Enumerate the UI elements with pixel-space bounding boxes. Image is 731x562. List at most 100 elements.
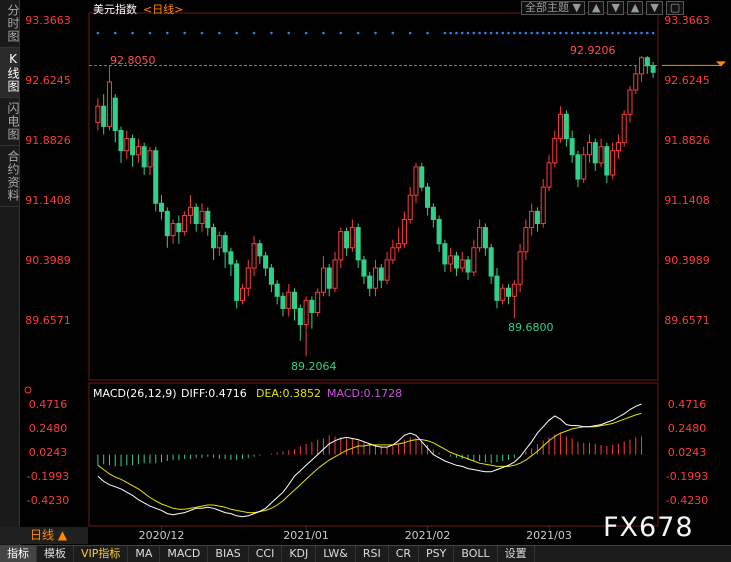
panel-button-1[interactable]: ▼ (607, 1, 624, 15)
signal-dot (374, 31, 377, 35)
candle-body (170, 223, 176, 237)
candle-body (453, 255, 459, 269)
candle-body (529, 210, 535, 229)
panel-button-3[interactable]: ▼ (646, 1, 663, 15)
candle-body (245, 267, 251, 289)
signal-dot (148, 31, 152, 35)
panel-button-4[interactable]: ▢ (665, 1, 685, 15)
candle-body (274, 283, 280, 297)
macd-tick-left: 0.0243 (29, 446, 68, 459)
candle-body (187, 206, 193, 216)
toolbar-item-10[interactable]: CR (389, 546, 420, 562)
price-tick-right: 91.1408 (664, 194, 710, 207)
candle-body (592, 142, 598, 164)
theme-select[interactable]: 全部主题 ▼ (521, 1, 585, 15)
signal-dot (501, 31, 505, 35)
signal-dot (646, 31, 649, 35)
signal-dot (524, 31, 528, 35)
macd-tick-right: 0.2480 (668, 422, 707, 435)
candle-body (297, 307, 303, 326)
macd-tick-left: 0.4716 (29, 398, 68, 411)
toolbar-item-13[interactable]: 设置 (498, 546, 535, 562)
candle-body (257, 243, 263, 257)
candle-body (558, 113, 564, 140)
signal-dot (640, 31, 643, 35)
price-tick-right: 92.6245 (664, 74, 710, 87)
signal-dot (304, 31, 308, 35)
signal-dot (252, 31, 256, 35)
candle-body (477, 227, 483, 249)
price-tick-left: 90.3989 (25, 254, 71, 267)
price-tick-right: 91.8826 (664, 134, 710, 147)
candle-body (581, 154, 587, 180)
signal-dot (339, 31, 343, 35)
candle-body (552, 138, 558, 164)
indicator-settings-icon (24, 386, 32, 394)
signal-dot (322, 31, 325, 35)
period-selector[interactable]: 日线 ▲ (0, 527, 88, 544)
signal-dot (455, 31, 458, 35)
candle-body (505, 287, 512, 297)
candle-body (349, 227, 355, 249)
toolbar-item-0[interactable]: 指标 (0, 546, 37, 562)
toolbar-item-1[interactable]: 模板 (37, 546, 74, 562)
toolbar-item-8[interactable]: LW& (316, 546, 356, 562)
candle-body (355, 227, 361, 261)
signal-dot (588, 31, 591, 35)
candle-body (361, 259, 367, 277)
signal-dot (617, 31, 620, 35)
toolbar-item-9[interactable]: RSI (356, 546, 389, 562)
signal-dot (634, 31, 638, 35)
candle-body (575, 154, 581, 180)
candle-body (639, 57, 645, 75)
signal-dot (536, 31, 539, 35)
toolbar-item-2[interactable]: VIP指标 (74, 546, 129, 562)
chart-title: 美元指数 (93, 2, 137, 16)
candle-body (413, 166, 419, 196)
panel-button-0[interactable]: ▲ (587, 1, 605, 15)
signal-dot (565, 31, 568, 35)
panel-button-2[interactable]: ▲ (626, 1, 644, 15)
candle-body (488, 247, 494, 277)
candle-body (199, 210, 205, 225)
candle-body (286, 291, 292, 309)
signal-dot (270, 31, 273, 35)
signal-dot (495, 31, 499, 35)
price-tick-right: 89.6571 (664, 314, 710, 327)
toolbar-item-6[interactable]: CCI (249, 546, 283, 562)
x-axis-label: 2021/02 (405, 529, 451, 542)
toolbar-item-11[interactable]: PSY (419, 546, 455, 562)
candle-body (419, 166, 425, 188)
signal-dot (466, 31, 470, 35)
x-axis-label: 2020/12 (139, 529, 185, 542)
candle-body (147, 150, 153, 168)
toolbar-item-4[interactable]: MACD (160, 546, 209, 562)
candle-body (234, 263, 240, 301)
price-chart[interactable]: 美元指数 <日线> 93.3663 93.3663 92.6245 92.6245 91.8… (0, 0, 731, 545)
candle-body (644, 57, 650, 67)
candle-body (615, 142, 621, 152)
toolbar-item-5[interactable]: BIAS (208, 546, 249, 562)
signal-dot (513, 31, 516, 35)
candle-body (332, 259, 338, 289)
signal-dot (235, 31, 238, 35)
signal-dot (478, 31, 481, 35)
signal-dot (218, 31, 221, 35)
macd-legend-diff: DIFF:0.4716 (181, 387, 247, 400)
signal-dot (391, 31, 395, 35)
signal-dot (443, 31, 447, 35)
signal-dot (472, 31, 476, 35)
toolbar-item-7[interactable]: KDJ (282, 546, 317, 562)
price-tick-left: 91.1408 (25, 194, 71, 207)
candle-body (471, 247, 477, 273)
candle-body (610, 150, 616, 176)
candle-body (650, 65, 656, 73)
candle-body (407, 194, 413, 220)
toolbar-item-3[interactable]: MA (128, 546, 161, 562)
period-label: 日线 ▲ (30, 528, 68, 542)
toolbar-item-12[interactable]: BOLL (454, 546, 498, 562)
candle-body (627, 89, 633, 115)
candle-body (465, 259, 471, 273)
candle-body (372, 267, 379, 289)
high-label-right: 92.9206 (570, 44, 616, 57)
